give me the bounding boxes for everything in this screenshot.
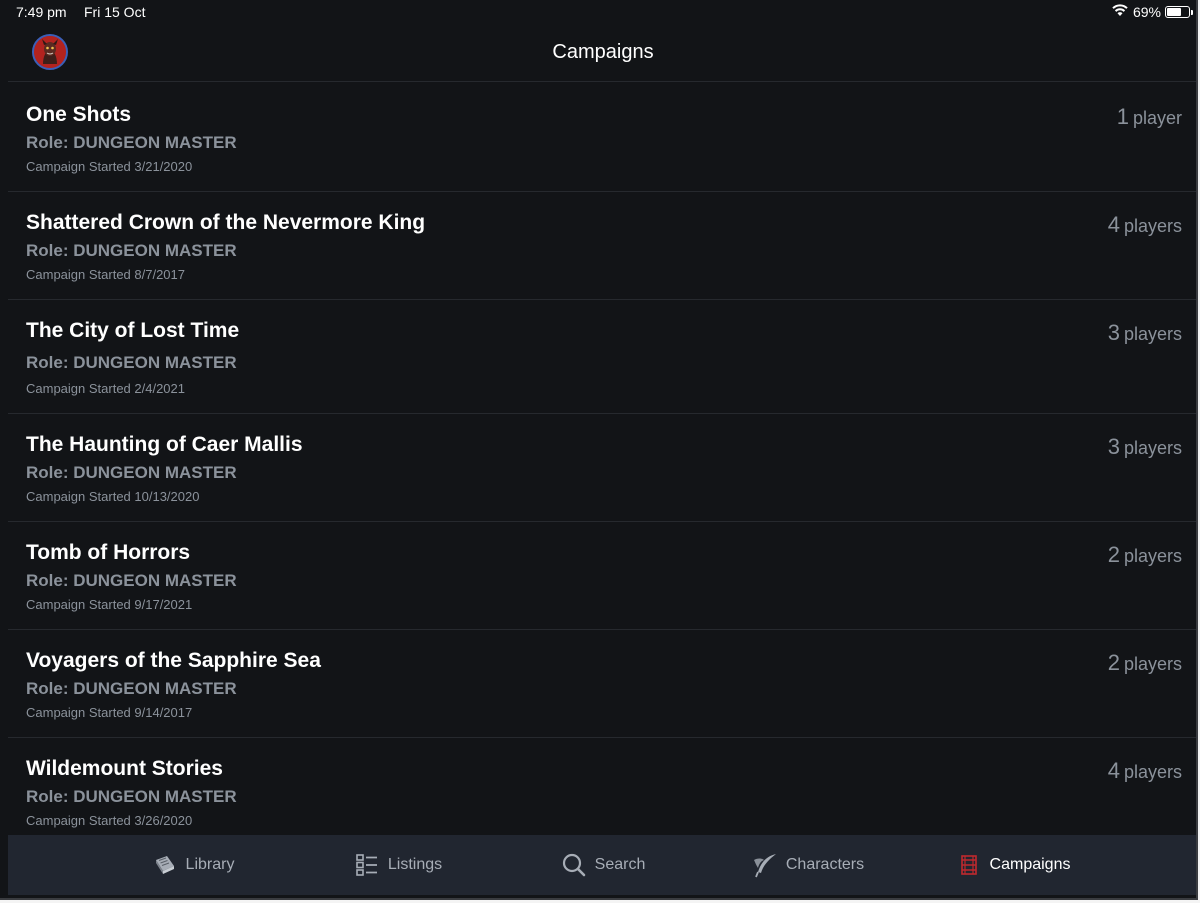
campaign-start-date: Campaign Started 9/17/2021 bbox=[26, 597, 193, 612]
status-indicators: 69% bbox=[1111, 3, 1193, 20]
campaign-role: Role: DUNGEON MASTER bbox=[26, 133, 237, 152]
campaign-row[interactable]: Tomb of Horrors Role: DUNGEON MASTER Cam… bbox=[8, 522, 1196, 630]
tab-label: Search bbox=[594, 856, 646, 873]
battery-percent: 69% bbox=[1132, 3, 1161, 20]
tab-campaigns[interactable]: Campaigns bbox=[911, 835, 1116, 895]
player-count-label: player bbox=[1132, 108, 1182, 128]
campaign-title: The Haunting of Caer Mallis bbox=[26, 433, 303, 456]
status-date: Fri 15 Oct bbox=[84, 4, 146, 20]
tab-bar: Library Listings Search Characters Campa… bbox=[8, 835, 1196, 895]
player-count: 4 players bbox=[1108, 758, 1182, 784]
page-title: Campaigns bbox=[552, 41, 654, 63]
campaign-title: Tomb of Horrors bbox=[26, 541, 191, 564]
tab-listings[interactable]: Listings bbox=[296, 835, 501, 895]
player-count-number: 4 bbox=[1107, 758, 1120, 783]
player-count-label: players bbox=[1123, 762, 1182, 782]
navigation-bar: Campaigns bbox=[8, 24, 1196, 82]
player-count-number: 3 bbox=[1107, 434, 1120, 459]
campaign-row[interactable]: The Haunting of Caer Mallis Role: DUNGEO… bbox=[8, 414, 1196, 522]
tab-label: Campaigns bbox=[989, 856, 1071, 873]
campaign-title: Shattered Crown of the Nevermore King bbox=[26, 211, 426, 234]
player-count-number: 1 bbox=[1116, 104, 1129, 129]
app-screen: 7:49 pm Fri 15 Oct 69% Campaigns One Sho… bbox=[0, 0, 1198, 900]
campaign-title: Wildemount Stories bbox=[26, 757, 223, 780]
player-count: 4 players bbox=[1108, 212, 1182, 238]
player-count-number: 4 bbox=[1107, 212, 1120, 237]
campaign-list: One Shots Role: DUNGEON MASTER Campaign … bbox=[8, 84, 1196, 835]
tab-label: Library bbox=[185, 856, 235, 873]
player-count: 2 players bbox=[1108, 650, 1182, 676]
campaign-role: Role: DUNGEON MASTER bbox=[26, 679, 237, 698]
player-count: 2 players bbox=[1108, 542, 1182, 568]
campaign-start-date: Campaign Started 10/13/2020 bbox=[26, 489, 200, 504]
library-book-icon bbox=[152, 852, 178, 878]
campaign-start-date: Campaign Started 2/4/2021 bbox=[26, 381, 185, 396]
search-icon bbox=[561, 852, 587, 878]
player-count: 1 player bbox=[1117, 104, 1182, 130]
campaign-row[interactable]: Voyagers of the Sapphire Sea Role: DUNGE… bbox=[8, 630, 1196, 738]
player-count-label: players bbox=[1123, 324, 1182, 344]
campaign-role: Role: DUNGEON MASTER bbox=[26, 463, 237, 482]
tab-label: Listings bbox=[387, 856, 443, 873]
player-count-label: players bbox=[1123, 654, 1182, 674]
tab-label: Characters bbox=[785, 856, 865, 873]
wifi-icon bbox=[1111, 3, 1129, 20]
campaign-row[interactable]: The City of Lost Time Role: DUNGEON MAST… bbox=[8, 300, 1196, 414]
player-count-label: players bbox=[1123, 546, 1182, 566]
campaign-start-date: Campaign Started 3/26/2020 bbox=[26, 813, 193, 828]
player-count: 3 players bbox=[1108, 434, 1182, 460]
player-count: 3 players bbox=[1108, 320, 1182, 346]
campaigns-icon bbox=[956, 852, 982, 878]
characters-quill-icon bbox=[752, 852, 778, 878]
campaign-role: Role: DUNGEON MASTER bbox=[26, 571, 237, 590]
status-time: 7:49 pm bbox=[16, 4, 67, 20]
campaign-role: Role: DUNGEON MASTER bbox=[26, 353, 237, 372]
campaign-row[interactable]: Shattered Crown of the Nevermore King Ro… bbox=[8, 192, 1196, 300]
campaign-title: Voyagers of the Sapphire Sea bbox=[26, 649, 321, 672]
player-count-number: 2 bbox=[1107, 650, 1120, 675]
campaign-role: Role: DUNGEON MASTER bbox=[26, 241, 237, 260]
campaign-start-date: Campaign Started 3/21/2020 bbox=[26, 159, 193, 174]
battery-icon bbox=[1165, 5, 1193, 18]
tab-library[interactable]: Library bbox=[91, 835, 296, 895]
campaign-role: Role: DUNGEON MASTER bbox=[26, 787, 237, 806]
player-count-number: 3 bbox=[1107, 320, 1120, 345]
campaign-row[interactable]: Wildemount Stories Role: DUNGEON MASTER … bbox=[8, 738, 1196, 835]
status-bar: 7:49 pm Fri 15 Oct 69% bbox=[0, 0, 1196, 24]
campaign-start-date: Campaign Started 9/14/2017 bbox=[26, 705, 193, 720]
campaign-row[interactable]: One Shots Role: DUNGEON MASTER Campaign … bbox=[8, 84, 1196, 192]
campaign-title: One Shots bbox=[26, 103, 132, 126]
player-count-number: 2 bbox=[1107, 542, 1120, 567]
campaign-title: The City of Lost Time bbox=[26, 319, 240, 342]
tab-search[interactable]: Search bbox=[501, 835, 706, 895]
player-count-label: players bbox=[1123, 438, 1182, 458]
campaign-start-date: Campaign Started 8/7/2017 bbox=[26, 267, 185, 282]
player-count-label: players bbox=[1123, 216, 1182, 236]
tab-characters[interactable]: Characters bbox=[706, 835, 911, 895]
listings-icon bbox=[354, 852, 380, 878]
